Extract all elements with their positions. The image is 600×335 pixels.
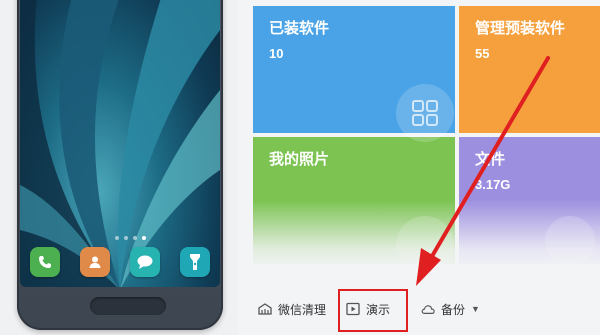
tile-title: 已装软件 (269, 20, 330, 37)
phone-illustration (17, 0, 223, 330)
wechat-clean-button[interactable]: 微信清理 (258, 296, 326, 322)
page-dot (133, 236, 137, 240)
tile-count: 55 (475, 46, 490, 61)
tile-title: 文件 (475, 151, 506, 168)
device-preview-panel (0, 0, 238, 335)
backup-label: 备份 (441, 302, 466, 317)
page-dot-active (142, 236, 146, 240)
preinstalled-apps-tile[interactable]: 管理预装软件 55 (459, 6, 600, 133)
contacts-icon (80, 247, 110, 277)
home-button (90, 297, 166, 315)
tile-title: 我的照片 (269, 151, 330, 168)
wechat-clean-label: 微信清理 (278, 302, 327, 317)
phone-icon (30, 247, 60, 277)
apps-grid-icon (396, 84, 454, 142)
wallpaper-graphic (20, 0, 220, 287)
tile-title: 管理预装软件 (475, 20, 566, 37)
page-dot (124, 236, 128, 240)
page-dot (115, 236, 119, 240)
caret-down-icon: ▼ (471, 304, 480, 314)
tile-count: 10 (269, 46, 284, 61)
bottom-toolbar: 微信清理 演示 备份 ▼ (253, 288, 600, 333)
phone-screen (20, 0, 220, 287)
flashlight-icon (180, 247, 210, 277)
cloud-icon (421, 302, 435, 316)
tile-count: 3.17G (475, 177, 511, 192)
app-dock (20, 247, 220, 277)
broom-icon (258, 302, 272, 316)
messages-icon (130, 247, 160, 277)
tiles-fade-overlay (253, 200, 600, 270)
annotation-highlight-box (338, 289, 408, 332)
page-indicator (115, 236, 146, 240)
backup-button[interactable]: 备份 ▼ (421, 296, 480, 322)
